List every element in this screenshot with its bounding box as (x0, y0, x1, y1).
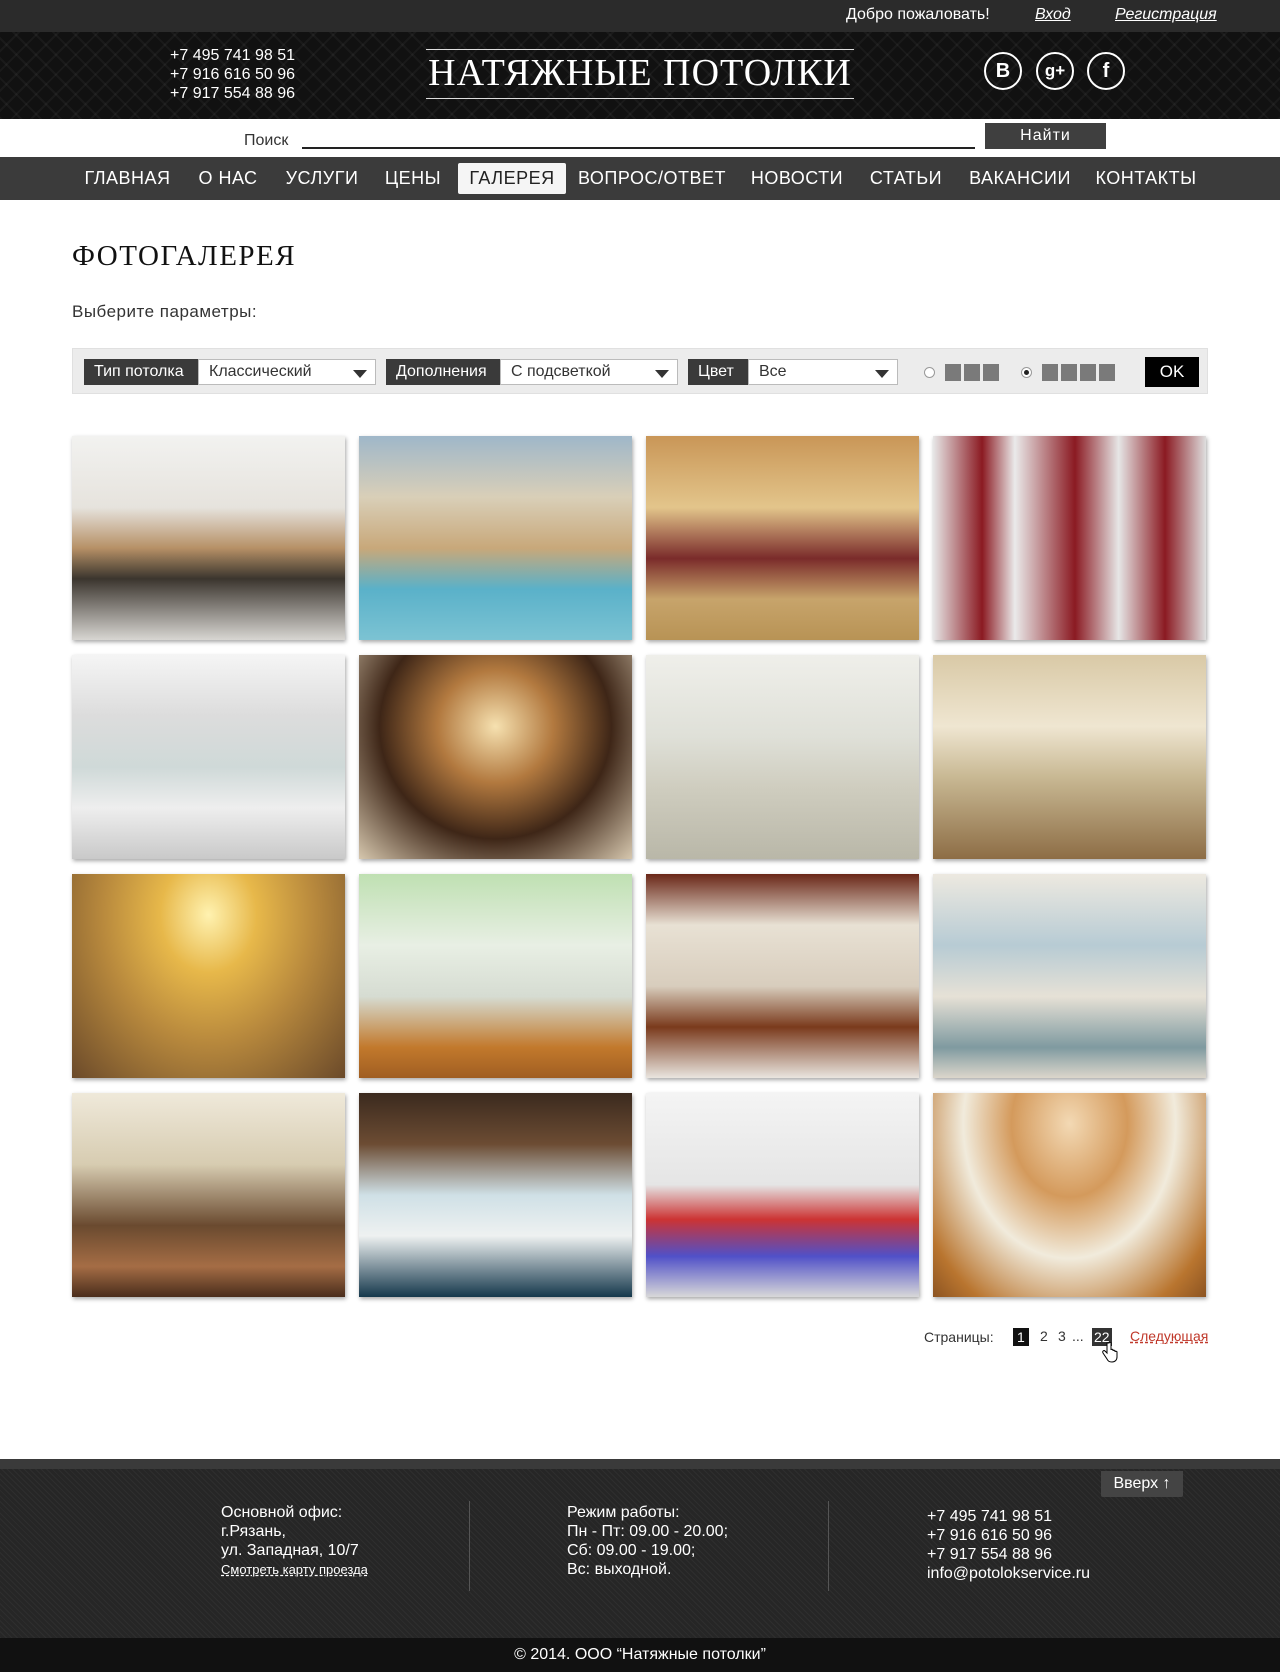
footer-hours: Режим работы: Пн - Пт: 09.00 - 20.00; Сб… (567, 1503, 728, 1579)
nav-item-contacts[interactable]: КОНТАКТЫ (1090, 163, 1202, 194)
pagination-ellipsis: ... (1072, 1328, 1084, 1344)
search-button[interactable]: Найти (985, 123, 1106, 149)
map-link[interactable]: Смотреть карту проезда (221, 1560, 368, 1579)
nav-item-home[interactable]: ГЛАВНАЯ (76, 163, 179, 194)
welcome-text: Добро пожаловать! (846, 6, 990, 23)
site-logo[interactable]: НАТЯЖНЫЕ ПОТОЛКИ (426, 49, 854, 99)
gallery-photo-white-interior[interactable] (72, 655, 345, 859)
gallery-photo-banquet-hall[interactable] (646, 655, 919, 859)
pagination-label: Страницы: (924, 1329, 994, 1345)
phone-2: +7 916 616 50 96 (170, 66, 296, 83)
view-4-columns-radio[interactable] (1021, 367, 1032, 378)
footer-divider (469, 1501, 470, 1591)
grid-4-icon (1080, 364, 1096, 381)
gallery-photo-gold-hall[interactable] (72, 874, 345, 1078)
search-label: Поиск (244, 132, 289, 149)
filter-color-select[interactable]: Все (748, 359, 898, 385)
footer-office: Основной офис: г.Рязань, ул. Западная, 1… (221, 1503, 368, 1579)
office-title: Основной офис: (221, 1504, 343, 1521)
footer-divider (828, 1501, 829, 1591)
footer-contacts: +7 495 741 98 51 +7 916 616 50 96 +7 917… (927, 1507, 1090, 1583)
grid-3-icon (983, 364, 999, 381)
facebook-icon[interactable]: f (1087, 52, 1125, 90)
copyright: © 2014. ООО “Натяжные потолки” (0, 1638, 1280, 1672)
filter-ok-button[interactable]: OK (1145, 357, 1199, 387)
chevron-down-icon (655, 370, 669, 378)
filter-bar: Тип потолка Классический Дополнения С по… (72, 348, 1208, 394)
filter-addons-value: С подсветкой (511, 363, 611, 380)
gallery-photo-brown-ceiling[interactable] (359, 655, 632, 859)
grid-3-icon (945, 364, 961, 381)
next-page-link[interactable]: Следующая (1130, 1328, 1208, 1344)
gallery-photo-classroom[interactable] (646, 1093, 919, 1297)
gallery-photo-green-room[interactable] (359, 874, 632, 1078)
header: +7 495 741 98 51 +7 916 616 50 96 +7 917… (0, 32, 1280, 119)
gallery-photo-beige-lounge[interactable] (933, 655, 1206, 859)
gallery-photo-office[interactable] (72, 436, 345, 640)
phone-3: +7 917 554 88 96 (170, 85, 296, 102)
page-2-link[interactable]: 2 (1040, 1328, 1048, 1344)
footer-phone-1: +7 495 741 98 51 (927, 1508, 1053, 1525)
gallery-photo-living-room-red[interactable] (933, 436, 1206, 640)
filter-addons-label: Дополнения (386, 359, 500, 385)
page-title: ФОТОГАЛЕРЕЯ (72, 240, 297, 272)
footer-phone-2: +7 916 616 50 96 (927, 1527, 1053, 1544)
search-input[interactable] (302, 129, 975, 149)
nav-item-articles[interactable]: СТАТЬИ (863, 163, 949, 194)
photo-gallery (72, 436, 1208, 1297)
page-subtitle: Выберите параметры: (72, 302, 258, 321)
hours-sunday: Вс: выходной. (567, 1561, 672, 1578)
footer-strip (0, 1459, 1280, 1469)
chevron-down-icon (353, 370, 367, 378)
gallery-photo-tv-lounge[interactable] (646, 874, 919, 1078)
gallery-photo-fireplace-room[interactable] (933, 874, 1206, 1078)
filter-type-value: Классический (209, 363, 312, 380)
vk-icon[interactable]: В (984, 52, 1022, 90)
office-city: г.Рязань, (221, 1523, 286, 1540)
login-link[interactable]: Вход (1035, 6, 1071, 24)
filter-addons-select[interactable]: С подсветкой (500, 359, 678, 385)
footer: Вверх ↑ Основной офис: г.Рязань, ул. Зап… (0, 1459, 1280, 1672)
header-phones: +7 495 741 98 51 +7 916 616 50 96 +7 917… (170, 46, 295, 103)
nav-item-vacancies[interactable]: ВАКАНСИИ (963, 163, 1077, 194)
footer-phone-3: +7 917 554 88 96 (927, 1546, 1053, 1563)
register-link[interactable]: Регистрация (1115, 6, 1217, 24)
nav-item-services[interactable]: УСЛУГИ (277, 163, 367, 194)
footer-email[interactable]: info@potolokservice.ru (927, 1564, 1090, 1583)
gallery-photo-bedroom[interactable] (72, 1093, 345, 1297)
filter-color-label: Цвет (688, 359, 748, 385)
view-3-columns-radio[interactable] (924, 367, 935, 378)
page-3-link[interactable]: 3 (1058, 1328, 1066, 1344)
hours-weekdays: Пн - Пт: 09.00 - 20.00; (567, 1523, 729, 1540)
gallery-photo-conference-hall[interactable] (646, 436, 919, 640)
nav-item-faq[interactable]: ВОПРОС/ОТВЕТ (576, 163, 728, 194)
hand-cursor-icon (1102, 1342, 1118, 1363)
filter-color-value: Все (759, 363, 787, 380)
google-plus-icon[interactable]: g+ (1036, 52, 1074, 90)
main-nav: ГЛАВНАЯ О НАС УСЛУГИ ЦЕНЫ ГАЛЕРЕЯ ВОПРОС… (0, 157, 1280, 200)
search-row: Поиск Найти (0, 119, 1280, 157)
filter-type-label: Тип потолка (84, 359, 198, 385)
grid-4-icon (1099, 364, 1115, 381)
top-bar: Добро пожаловать! Вход Регистрация (0, 0, 1280, 32)
gallery-photo-round-lounge[interactable] (933, 1093, 1206, 1297)
gallery-photo-dining-pool[interactable] (359, 1093, 632, 1297)
gallery-photo-pool[interactable] (359, 436, 632, 640)
phone-1: +7 495 741 98 51 (170, 47, 296, 64)
chevron-down-icon (875, 370, 889, 378)
hours-saturday: Сб: 09.00 - 19.00; (567, 1542, 696, 1559)
hours-title: Режим работы: (567, 1504, 680, 1521)
grid-4-icon (1061, 364, 1077, 381)
grid-3-icon (964, 364, 980, 381)
grid-4-icon (1042, 364, 1058, 381)
office-street: ул. Западная, 10/7 (221, 1542, 359, 1559)
nav-item-gallery[interactable]: ГАЛЕРЕЯ (458, 163, 566, 194)
nav-item-prices[interactable]: ЦЕНЫ (378, 163, 448, 194)
filter-type-select[interactable]: Классический (198, 359, 376, 385)
pagination: Страницы: 1 2 3 ... 22 Следующая (0, 1322, 1280, 1363)
nav-item-about[interactable]: О НАС (193, 163, 263, 194)
page-1-link[interactable]: 1 (1013, 1328, 1029, 1346)
back-to-top-button[interactable]: Вверх ↑ (1101, 1471, 1183, 1497)
nav-item-news[interactable]: НОВОСТИ (745, 163, 849, 194)
